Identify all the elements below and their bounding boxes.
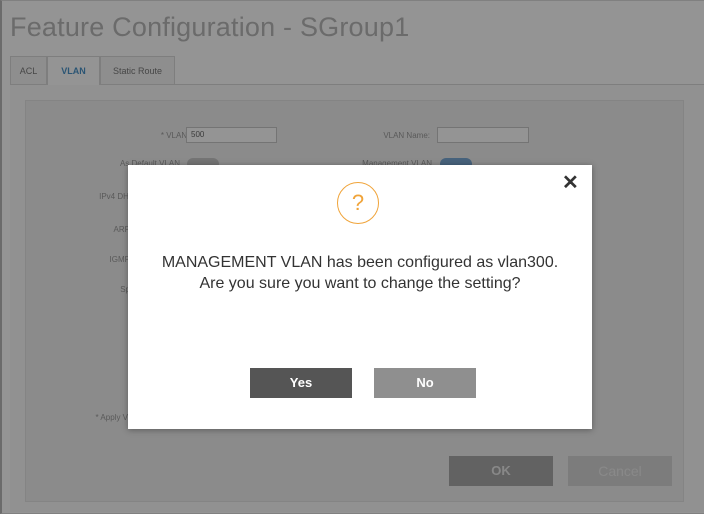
- yes-button[interactable]: Yes: [250, 368, 352, 398]
- dialog-message: MANAGEMENT VLAN has been configured as v…: [161, 254, 559, 292]
- confirm-dialog: ✕ ? MANAGEMENT VLAN has been configured …: [128, 165, 592, 429]
- question-mark-icon: ?: [337, 182, 379, 224]
- no-button[interactable]: No: [374, 368, 476, 398]
- close-icon[interactable]: ✕: [562, 173, 579, 193]
